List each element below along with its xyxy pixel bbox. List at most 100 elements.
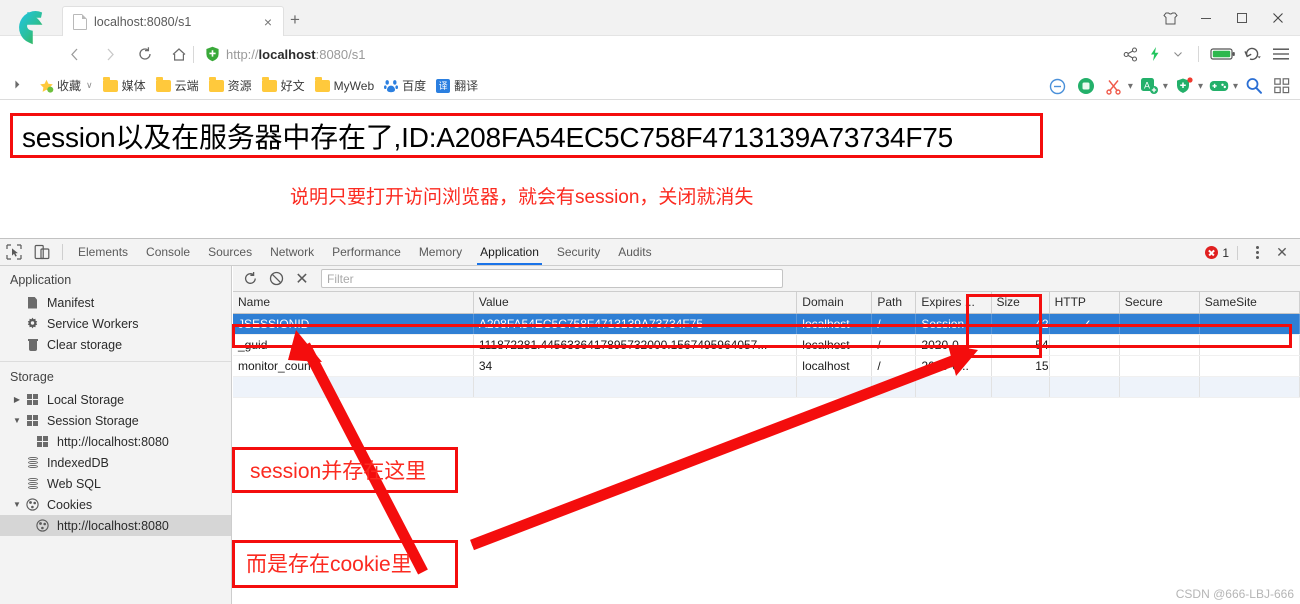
- sidebar-item-indexeddb[interactable]: IndexedDB: [0, 452, 231, 473]
- tab-memory[interactable]: Memory: [410, 239, 471, 265]
- col-size[interactable]: Size: [991, 292, 1050, 314]
- sidebar-item-label: Cookies: [47, 497, 93, 512]
- hamburger-menu-icon[interactable]: [1268, 41, 1294, 67]
- tab-close-icon[interactable]: ×: [259, 15, 277, 29]
- maximize-button[interactable]: [1224, 3, 1260, 33]
- device-toolbar-icon[interactable]: [28, 239, 56, 265]
- twisty-collapsed-icon[interactable]: ▶: [10, 389, 24, 410]
- dropdown-dot[interactable]: ▾: [1198, 81, 1203, 92]
- sidebar-item-clear-storage[interactable]: Clear storage: [0, 334, 231, 355]
- devtools-close-button[interactable]: ✕: [1268, 240, 1296, 266]
- apps-grid-icon[interactable]: [1270, 74, 1294, 98]
- sidebar-item-web-sql[interactable]: Web SQL: [0, 473, 231, 494]
- col-expires[interactable]: Expires ...: [915, 292, 992, 314]
- clear-icon[interactable]: [263, 267, 289, 291]
- table-row[interactable]: JSESSIONID A208FA54EC5C758F4713139A73734…: [233, 313, 1300, 335]
- table-row[interactable]: _guid 111872281.4456336417895732000.1567…: [233, 334, 1300, 356]
- bookmark-media[interactable]: 媒体: [98, 75, 151, 97]
- chevron-down-icon[interactable]: [1167, 41, 1189, 67]
- col-value[interactable]: Value: [473, 292, 798, 314]
- cookie-icon: [24, 498, 41, 511]
- green-circle-icon[interactable]: [1074, 74, 1098, 98]
- bookmark-myweb[interactable]: MyWeb: [310, 75, 379, 97]
- sidebar-item-session-storage-origin[interactable]: http://localhost:8080: [0, 431, 231, 452]
- cell-path: /: [871, 334, 917, 356]
- chevron-down-icon[interactable]: ∨: [86, 80, 93, 91]
- tab-performance[interactable]: Performance: [323, 239, 410, 265]
- more-options-icon[interactable]: [1246, 240, 1268, 266]
- toolbar-divider: [1237, 245, 1238, 260]
- forward-button[interactable]: [97, 42, 123, 66]
- tab-audits[interactable]: Audits: [609, 239, 660, 265]
- refresh-icon[interactable]: [237, 267, 263, 291]
- bookmark-articles[interactable]: 好文: [257, 75, 310, 97]
- sidebar-item-cookies[interactable]: ▼ Cookies: [0, 494, 231, 515]
- new-tab-button[interactable]: +: [290, 11, 300, 28]
- skin-icon[interactable]: [1152, 3, 1188, 33]
- cell-size: 42: [991, 313, 1050, 335]
- tab-security[interactable]: Security: [548, 239, 609, 265]
- back-button[interactable]: [62, 42, 88, 66]
- col-samesite[interactable]: SameSite: [1199, 292, 1300, 314]
- table-row[interactable]: monitor_count 34 localhost / 2019-0... 1…: [233, 355, 1300, 377]
- shield-plus-icon[interactable]: [1172, 74, 1196, 98]
- sidebar-item-cookies-origin[interactable]: http://localhost:8080: [0, 515, 231, 536]
- tab-sources[interactable]: Sources: [199, 239, 261, 265]
- history-icon[interactable]: [1240, 41, 1266, 67]
- col-path[interactable]: Path: [871, 292, 917, 314]
- cell-path: /: [871, 355, 917, 377]
- search-icon[interactable]: [1242, 74, 1266, 98]
- sidebar-item-manifest[interactable]: Manifest: [0, 292, 231, 313]
- sidebar-item-local-storage[interactable]: ▶ Local Storage: [0, 389, 231, 410]
- cell-value: 34: [473, 355, 798, 377]
- tab-network[interactable]: Network: [261, 239, 323, 265]
- url-path: :8080/s1: [315, 46, 366, 62]
- col-secure[interactable]: Secure: [1119, 292, 1200, 314]
- bookmark-cloud[interactable]: 云端: [151, 75, 204, 97]
- bookmarks-bar: ⏵ 收藏 ∨ 媒体 云端 资源 好文 MyWeb 百度 译 翻译 ▾ A ▾ ▾…: [0, 72, 1300, 100]
- table-row-empty: [233, 376, 1300, 398]
- sidebar-item-label: IndexedDB: [47, 455, 109, 470]
- block-icon[interactable]: [1046, 74, 1070, 98]
- minimize-button[interactable]: [1188, 3, 1224, 33]
- col-name[interactable]: Name: [233, 292, 474, 314]
- tab-application[interactable]: Application: [471, 239, 548, 265]
- navigation-bar: http://localhost:8080/s1: [0, 36, 1300, 72]
- cookies-table: Name Value Domain Path Expires ... Size …: [233, 292, 1300, 398]
- dropdown-dot[interactable]: ▾: [1128, 81, 1133, 92]
- delete-icon[interactable]: ✕: [289, 267, 315, 291]
- tab-console[interactable]: Console: [137, 239, 199, 265]
- dropdown-dot[interactable]: ▾: [1163, 81, 1168, 92]
- home-button[interactable]: [166, 42, 192, 66]
- bookmark-baidu[interactable]: 百度: [379, 75, 431, 97]
- address-bar[interactable]: http://localhost:8080/s1: [205, 42, 365, 66]
- col-http[interactable]: HTTP: [1049, 292, 1120, 314]
- addblock-icon[interactable]: A: [1137, 74, 1161, 98]
- database-icon: [24, 456, 41, 469]
- browser-tab[interactable]: localhost:8080/s1 ×: [62, 6, 284, 36]
- bookmark-resources[interactable]: 资源: [204, 75, 257, 97]
- inspect-element-icon[interactable]: [0, 239, 28, 265]
- bookmark-favorites[interactable]: 收藏 ∨: [34, 75, 98, 97]
- bookmarks-overflow-icon[interactable]: ⏵: [8, 79, 26, 92]
- scissors-icon[interactable]: [1102, 74, 1126, 98]
- lightning-icon[interactable]: [1143, 41, 1165, 67]
- twisty-expanded-icon[interactable]: ▼: [10, 494, 24, 515]
- bookmark-translate[interactable]: 译 翻译: [431, 75, 483, 97]
- browser-logo-icon: [8, 2, 52, 46]
- gamepad-icon[interactable]: [1207, 74, 1231, 98]
- cell-value: 111872281.4456336417895732000.1567495964…: [473, 334, 798, 356]
- error-count-badge[interactable]: 1: [1205, 246, 1229, 260]
- tab-elements[interactable]: Elements: [69, 239, 137, 265]
- col-domain[interactable]: Domain: [796, 292, 873, 314]
- cell-expires: 2020-0...: [915, 334, 992, 356]
- reload-button[interactable]: [132, 42, 158, 66]
- dropdown-dot[interactable]: ▾: [1233, 81, 1238, 92]
- filter-input[interactable]: [321, 269, 783, 288]
- sidebar-item-service-workers[interactable]: Service Workers: [0, 313, 231, 334]
- sidebar-item-session-storage[interactable]: ▼ Session Storage: [0, 410, 231, 431]
- share-icon[interactable]: [1119, 41, 1141, 67]
- close-button[interactable]: [1260, 3, 1296, 33]
- battery-icon[interactable]: [1208, 41, 1238, 67]
- twisty-expanded-icon[interactable]: ▼: [10, 410, 24, 431]
